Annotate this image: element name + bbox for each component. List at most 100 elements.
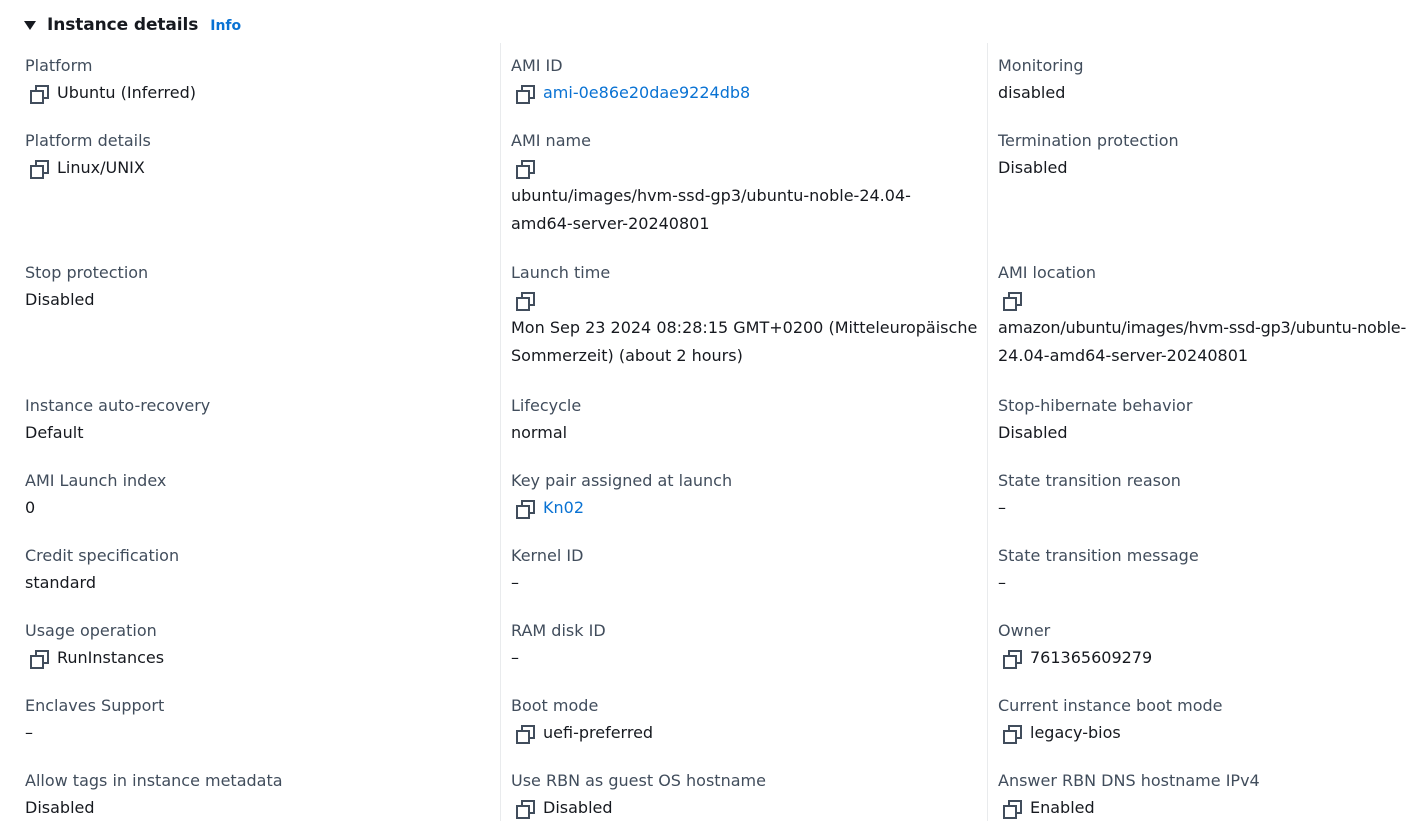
section-title: Instance details [47, 15, 199, 35]
field-owner: Owner 761365609279 [998, 617, 1418, 672]
field-label: Current instance boot mode [998, 696, 1223, 715]
field-auto-recovery: Instance auto-recovery Default [25, 392, 485, 447]
field-stop-protection: Stop protection Disabled [25, 259, 485, 314]
ami-location-value-line2: 24.04-amd64-server-20240801 [998, 346, 1249, 365]
field-rbn-hostname: Use RBN as guest OS hostname Disabled [511, 767, 971, 822]
auto-recovery-value: Default [25, 423, 84, 442]
current-boot-mode-value: legacy-bios [1030, 723, 1121, 742]
field-stop-hibernate: Stop-hibernate behavior Disabled [998, 392, 1418, 447]
field-label: Use RBN as guest OS hostname [511, 771, 766, 790]
copy-icon[interactable] [516, 799, 535, 819]
field-label: Answer RBN DNS hostname IPv4 [998, 771, 1260, 790]
platform-value: Ubuntu (Inferred) [57, 83, 196, 102]
field-label: Allow tags in instance metadata [25, 771, 283, 790]
copy-icon[interactable] [516, 499, 535, 519]
copy-icon[interactable] [516, 291, 535, 311]
field-label: Lifecycle [511, 396, 582, 415]
ami-name-value-line2: amd64-server-20240801 [511, 214, 710, 233]
caret-down-icon[interactable] [24, 21, 36, 30]
instance-details-header[interactable]: Instance details Info [24, 13, 241, 37]
column-divider [500, 43, 501, 821]
field-label: State transition reason [998, 471, 1181, 490]
field-platform-details: Platform details Linux/UNIX [25, 127, 485, 182]
field-label: Platform details [25, 131, 151, 150]
field-monitoring: Monitoring disabled [998, 52, 1428, 107]
field-current-boot-mode: Current instance boot mode legacy-bios [998, 692, 1418, 747]
rbn-hostname-value: Disabled [543, 798, 613, 817]
info-link[interactable]: Info [210, 18, 241, 34]
stop-protection-value: Disabled [25, 290, 95, 309]
field-label: Enclaves Support [25, 696, 165, 715]
field-key-pair: Key pair assigned at launch Kn02 [511, 467, 971, 522]
field-state-reason: State transition reason – [998, 467, 1418, 522]
field-label: Usage operation [25, 621, 157, 640]
field-launch-time: Launch time Mon Sep 23 2024 08:28:15 GMT… [511, 259, 978, 370]
field-label: Instance auto-recovery [25, 396, 211, 415]
copy-icon[interactable] [1003, 799, 1022, 819]
field-label: Key pair assigned at launch [511, 471, 733, 490]
field-ami-location: AMI location amazon/ubuntu/images/hvm-ss… [998, 259, 1426, 370]
field-state-message: State transition message – [998, 542, 1418, 597]
field-label: Stop-hibernate behavior [998, 396, 1193, 415]
owner-value: 761365609279 [1030, 648, 1153, 667]
copy-icon[interactable] [516, 159, 535, 179]
field-kernel-id: Kernel ID – [511, 542, 971, 597]
field-label: RAM disk ID [511, 621, 606, 640]
ram-disk-id-value: – [511, 648, 519, 667]
field-label: Launch time [511, 263, 611, 282]
launch-time-value-line2: Sommerzeit) (about 2 hours) [511, 346, 743, 365]
state-message-value: – [998, 573, 1006, 592]
field-lifecycle: Lifecycle normal [511, 392, 971, 447]
field-label: Owner [998, 621, 1051, 640]
field-label: Termination protection [998, 131, 1179, 150]
kernel-id-value: – [511, 573, 519, 592]
copy-icon[interactable] [1003, 649, 1022, 669]
termination-protection-value: Disabled [998, 158, 1068, 177]
column-divider [987, 43, 988, 821]
copy-icon[interactable] [516, 84, 535, 104]
field-boot-mode: Boot mode uefi-preferred [511, 692, 971, 747]
field-label: Monitoring [998, 56, 1084, 75]
field-label: AMI name [511, 131, 591, 150]
field-label: Stop protection [25, 263, 149, 282]
enclaves-value: – [25, 723, 33, 742]
copy-icon[interactable] [516, 724, 535, 744]
field-label: Kernel ID [511, 546, 584, 565]
field-ami-launch-index: AMI Launch index 0 [25, 467, 485, 522]
monitoring-value: disabled [998, 83, 1066, 102]
copy-icon[interactable] [1003, 291, 1022, 311]
ami-launch-index-value: 0 [25, 498, 36, 517]
allow-tags-value: Disabled [25, 798, 95, 817]
lifecycle-value: normal [511, 423, 568, 442]
copy-icon[interactable] [30, 649, 49, 669]
field-ami-id: AMI ID ami-0e86e20dae9224db8 [511, 52, 971, 107]
ami-name-value-line1: ubuntu/images/hvm-ssd-gp3/ubuntu-noble-2… [511, 186, 911, 205]
ami-id-link[interactable]: ami-0e86e20dae9224db8 [543, 79, 750, 107]
field-label: AMI Launch index [25, 471, 167, 490]
field-label: Platform [25, 56, 93, 75]
field-termination-protection: Termination protection Disabled [998, 127, 1428, 182]
field-allow-tags: Allow tags in instance metadata Disabled [25, 767, 485, 822]
rbn-dns-ipv4-value: Enabled [1030, 798, 1095, 817]
copy-icon[interactable] [30, 84, 49, 104]
key-pair-link[interactable]: Kn02 [543, 494, 584, 522]
credit-spec-value: standard [25, 573, 96, 592]
copy-icon[interactable] [30, 159, 49, 179]
copy-icon[interactable] [1003, 724, 1022, 744]
ami-location-value-line1: amazon/ubuntu/images/hvm-ssd-gp3/ubuntu-… [998, 318, 1407, 337]
field-ami-name: AMI name ubuntu/images/hvm-ssd-gp3/ubunt… [511, 127, 971, 238]
field-label: AMI ID [511, 56, 563, 75]
usage-operation-value: RunInstances [57, 648, 165, 667]
boot-mode-value: uefi-preferred [543, 723, 654, 742]
field-label: State transition message [998, 546, 1199, 565]
launch-time-value-line1: Mon Sep 23 2024 08:28:15 GMT+0200 (Mitte… [511, 318, 978, 337]
field-label: Boot mode [511, 696, 599, 715]
field-platform: Platform Ubuntu (Inferred) [25, 52, 485, 107]
field-ram-disk-id: RAM disk ID – [511, 617, 971, 672]
field-label: Credit specification [25, 546, 180, 565]
field-usage-operation: Usage operation RunInstances [25, 617, 485, 672]
state-reason-value: – [998, 498, 1006, 517]
stop-hibernate-value: Disabled [998, 423, 1068, 442]
field-credit-spec: Credit specification standard [25, 542, 485, 597]
field-label: AMI location [998, 263, 1097, 282]
